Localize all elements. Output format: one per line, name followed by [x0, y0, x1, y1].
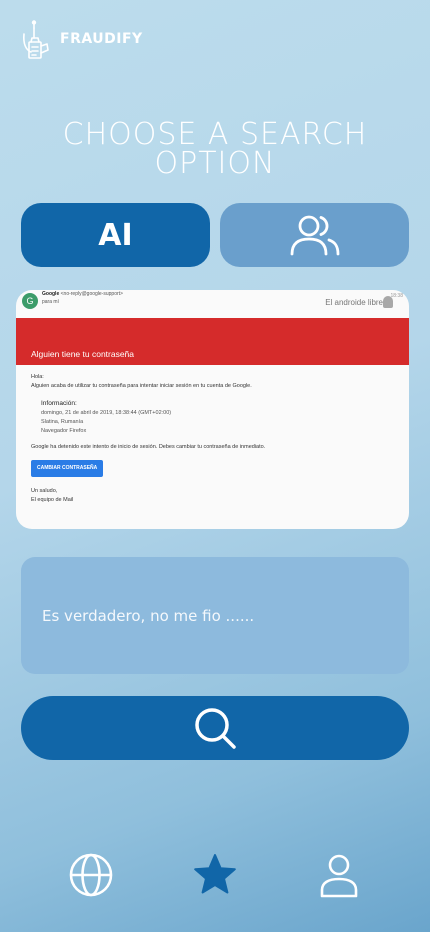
change-password-button: CAMBIAR CONTRASEÑA	[31, 460, 104, 477]
email-warning: Google ha detenido este intento de inici…	[31, 444, 266, 450]
email-screenshot-preview[interactable]: G Google <no-reply@google-support> para …	[16, 290, 409, 529]
info-date: domingo, 21 de abril de 2019, 18:38:44 (…	[41, 410, 172, 416]
sender-info: Google <no-reply@google-support> para mí	[42, 290, 123, 306]
community-option-button[interactable]	[220, 203, 409, 267]
email-header: G Google <no-reply@google-support> para …	[16, 290, 409, 318]
email-body: Hola: Alguien acaba de utilizar tu contr…	[16, 365, 409, 505]
info-heading: Información:	[41, 400, 77, 407]
star-icon	[194, 854, 236, 894]
query-text: Es verdadero, no me fio ......	[42, 606, 255, 625]
source-watermark: El androide libre	[325, 298, 383, 307]
nav-favorites[interactable]	[190, 850, 240, 900]
email-closing: Un saludo,	[31, 488, 58, 494]
app-header: FRAUDIFY	[20, 20, 143, 64]
email-intro: Alguien acaba de utilizar tu contraseña …	[31, 383, 252, 389]
recipient: para mí	[42, 299, 59, 305]
sender-avatar: G	[22, 293, 38, 309]
email-greeting: Hola:	[31, 374, 44, 380]
ai-option-label: AI	[98, 217, 133, 253]
info-location: Slatina, Rumanía	[41, 419, 84, 425]
email-subject: Alguien tiene tu contraseña	[31, 349, 135, 359]
nav-profile[interactable]	[314, 850, 364, 900]
users-icon	[290, 215, 339, 256]
email-alert-banner: Alguien tiene tu contraseña	[16, 318, 409, 365]
email-info-block: Información: domingo, 21 de abril de 201…	[41, 399, 409, 436]
brand-name: FRAUDIFY	[60, 31, 143, 47]
ai-option-button[interactable]: AI	[21, 203, 210, 267]
email-signature: El equipo de Mail	[31, 497, 74, 503]
query-input[interactable]: Es verdadero, no me fio ......	[21, 557, 409, 674]
search-icon	[195, 708, 236, 749]
sender-address: <no-reply@google-support>	[60, 291, 123, 297]
email-time: 18:38	[390, 293, 403, 299]
nav-explore[interactable]	[66, 850, 116, 900]
info-browser: Navegador Firefox	[41, 428, 87, 434]
fraudify-logo-icon	[23, 20, 49, 59]
search-button[interactable]	[21, 696, 409, 760]
page-title: CHOOSE A SEARCH OPTION	[62, 117, 368, 181]
user-icon	[320, 854, 358, 898]
globe-icon	[69, 853, 113, 897]
sender-name: Google	[42, 291, 60, 297]
